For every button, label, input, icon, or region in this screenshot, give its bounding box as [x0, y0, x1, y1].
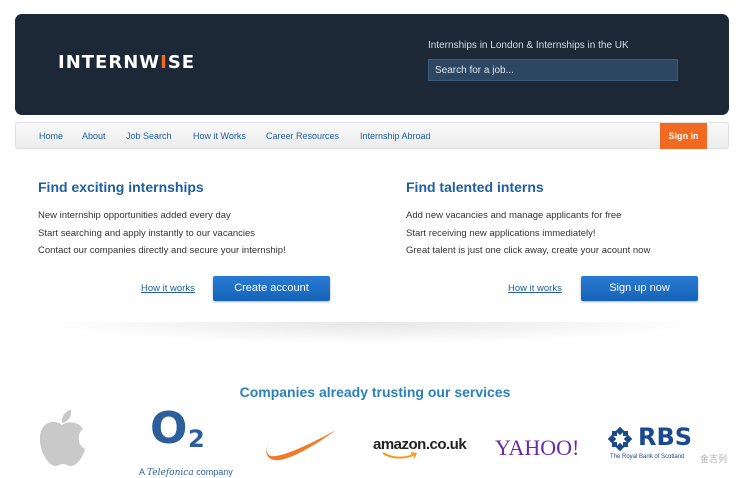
rbs-tagline: The Royal Bank of Scotland [610, 454, 685, 460]
o2-mark: O [150, 403, 188, 454]
companies-title: Companies already trusting our services [239, 384, 511, 400]
interns-how-it-works-link[interactable]: How it works [141, 283, 195, 294]
nav-item-career-resources[interactable]: Career Resources [266, 131, 339, 141]
job-search-input[interactable] [428, 59, 678, 81]
nav-item-how-it-works[interactable]: How it Works [193, 131, 246, 141]
o2-logo: O 2 A Telefonica company [139, 403, 233, 478]
create-account-button[interactable]: Create account [213, 276, 330, 301]
employers-panel-line: Great talent is just one click away, cre… [406, 245, 651, 256]
interns-panel-line: New internship opportunities added every… [38, 210, 231, 221]
telefonica-wordmark: Telefonica [147, 468, 194, 478]
main-nav: Home About Job Search How it Works Caree… [15, 122, 729, 149]
internwise-logo[interactable]: INTERNWISE [58, 52, 195, 73]
sign-in-button[interactable]: Sign in [660, 123, 707, 149]
interns-panel-title: Find exciting internships [38, 179, 204, 195]
rbs-logo: RBS The Royal Bank of Scotland [608, 423, 708, 464]
nav-item-home[interactable]: Home [39, 131, 63, 141]
interns-panel-line: Contact our companies directly and secur… [38, 245, 286, 256]
employers-panel-title: Find talented interns [406, 179, 544, 195]
employers-panel-line: Start receiving new applications immedia… [406, 228, 596, 239]
logo-text-part: INTERNW [58, 52, 161, 73]
logo-text-part: SE [167, 52, 196, 73]
sign-up-now-button[interactable]: Sign up now [581, 276, 698, 301]
amazon-smile-icon [382, 452, 418, 459]
header-tagline: Internships in London & Internships in t… [428, 40, 629, 51]
nav-item-job-search[interactable]: Job Search [126, 131, 172, 141]
apple-logo-icon [39, 410, 85, 467]
rbs-daisy-wheel-icon [608, 427, 632, 451]
o2-tagline-text: A [139, 467, 148, 477]
page: INTERNWISE Internships in London & Inter… [0, 0, 750, 478]
logo-accent-letter: I [160, 52, 168, 73]
o2-tagline: A Telefonica company [139, 467, 233, 478]
watermark: 金吉列 [700, 454, 728, 464]
nav-item-internship-abroad[interactable]: Internship Abroad [360, 131, 431, 141]
nike-swoosh-icon [266, 430, 336, 461]
employers-how-it-works-link[interactable]: How it works [508, 283, 562, 294]
nav-item-about[interactable]: About [82, 131, 106, 141]
amazon-logo: amazon.co.uk [373, 436, 467, 453]
interns-panel-line: Start searching and apply instantly to o… [38, 228, 256, 239]
rbs-wordmark: RBS [638, 423, 693, 451]
yahoo-logo: YAHOO! [495, 435, 580, 460]
employers-panel-line: Add new vacancies and manage applicants … [406, 210, 622, 221]
site-header: INTERNWISE Internships in London & Inter… [15, 14, 729, 115]
section-divider-shadow [40, 322, 705, 344]
o2-tagline-text: company [193, 467, 233, 477]
o2-subscript: 2 [188, 425, 205, 453]
